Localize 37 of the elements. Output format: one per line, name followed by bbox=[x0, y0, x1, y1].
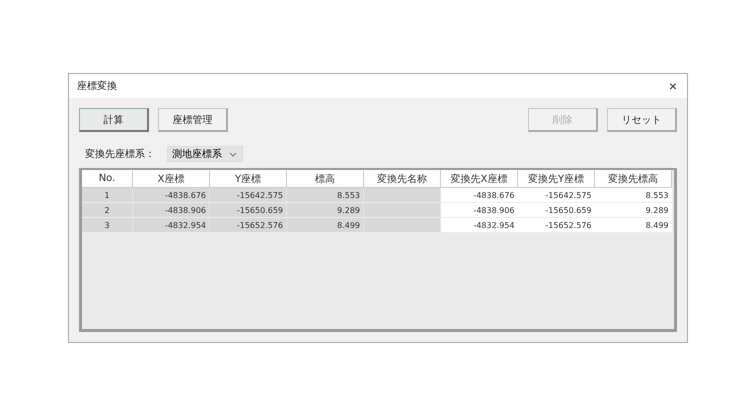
toolbar-button[interactable]: 座標管理 bbox=[158, 108, 228, 132]
column-header[interactable]: 変換先名称 bbox=[364, 170, 440, 188]
window-title: 座標変換 bbox=[77, 80, 117, 93]
table-cell: -4838.676 bbox=[132, 188, 210, 202]
target-system-label: 変換先座標系： bbox=[85, 148, 155, 161]
table-cell: -15650.659 bbox=[518, 202, 594, 218]
column-header[interactable]: X座標 bbox=[132, 170, 210, 188]
column-header[interactable]: 変換先Y座標 bbox=[518, 170, 594, 188]
table-cell: -15642.575 bbox=[518, 188, 594, 202]
table-cell: 1 bbox=[82, 188, 132, 202]
toolbar-button[interactable]: 計算 bbox=[79, 108, 149, 132]
table-cell: -4832.954 bbox=[440, 218, 518, 232]
column-header[interactable]: No. bbox=[82, 170, 132, 188]
table-cell: -4838.676 bbox=[440, 188, 518, 202]
table-cell: -4838.906 bbox=[440, 202, 518, 218]
column-header[interactable]: 変換先X座標 bbox=[440, 170, 518, 188]
table-cell: 2 bbox=[82, 202, 132, 218]
column-header[interactable]: 標高 bbox=[286, 170, 364, 188]
column-header[interactable]: 変換先標高 bbox=[594, 170, 672, 188]
table-cell: -4838.906 bbox=[132, 202, 210, 218]
table-cell: -15652.576 bbox=[518, 218, 594, 232]
close-button[interactable]: × bbox=[664, 78, 681, 94]
target-system-dropdown[interactable]: 測地座標系 bbox=[167, 146, 243, 162]
table-cell: -15652.576 bbox=[210, 218, 286, 232]
table-cell: -15642.575 bbox=[210, 188, 286, 202]
table-cell: 8.553 bbox=[594, 188, 672, 202]
chevron-down-icon bbox=[229, 152, 237, 156]
table-cell: 8.499 bbox=[286, 218, 364, 232]
column-header[interactable]: Y座標 bbox=[210, 170, 286, 188]
table-cell: -4832.954 bbox=[132, 218, 210, 232]
table-cell: 3 bbox=[82, 218, 132, 232]
table-cell: 9.289 bbox=[594, 202, 672, 218]
table-cell: 8.499 bbox=[594, 218, 672, 232]
table-cell: 8.553 bbox=[286, 188, 364, 202]
table-cell: -15650.659 bbox=[210, 202, 286, 218]
toolbar-button[interactable]: リセット bbox=[607, 108, 677, 132]
table-cell: 9.289 bbox=[286, 202, 364, 218]
